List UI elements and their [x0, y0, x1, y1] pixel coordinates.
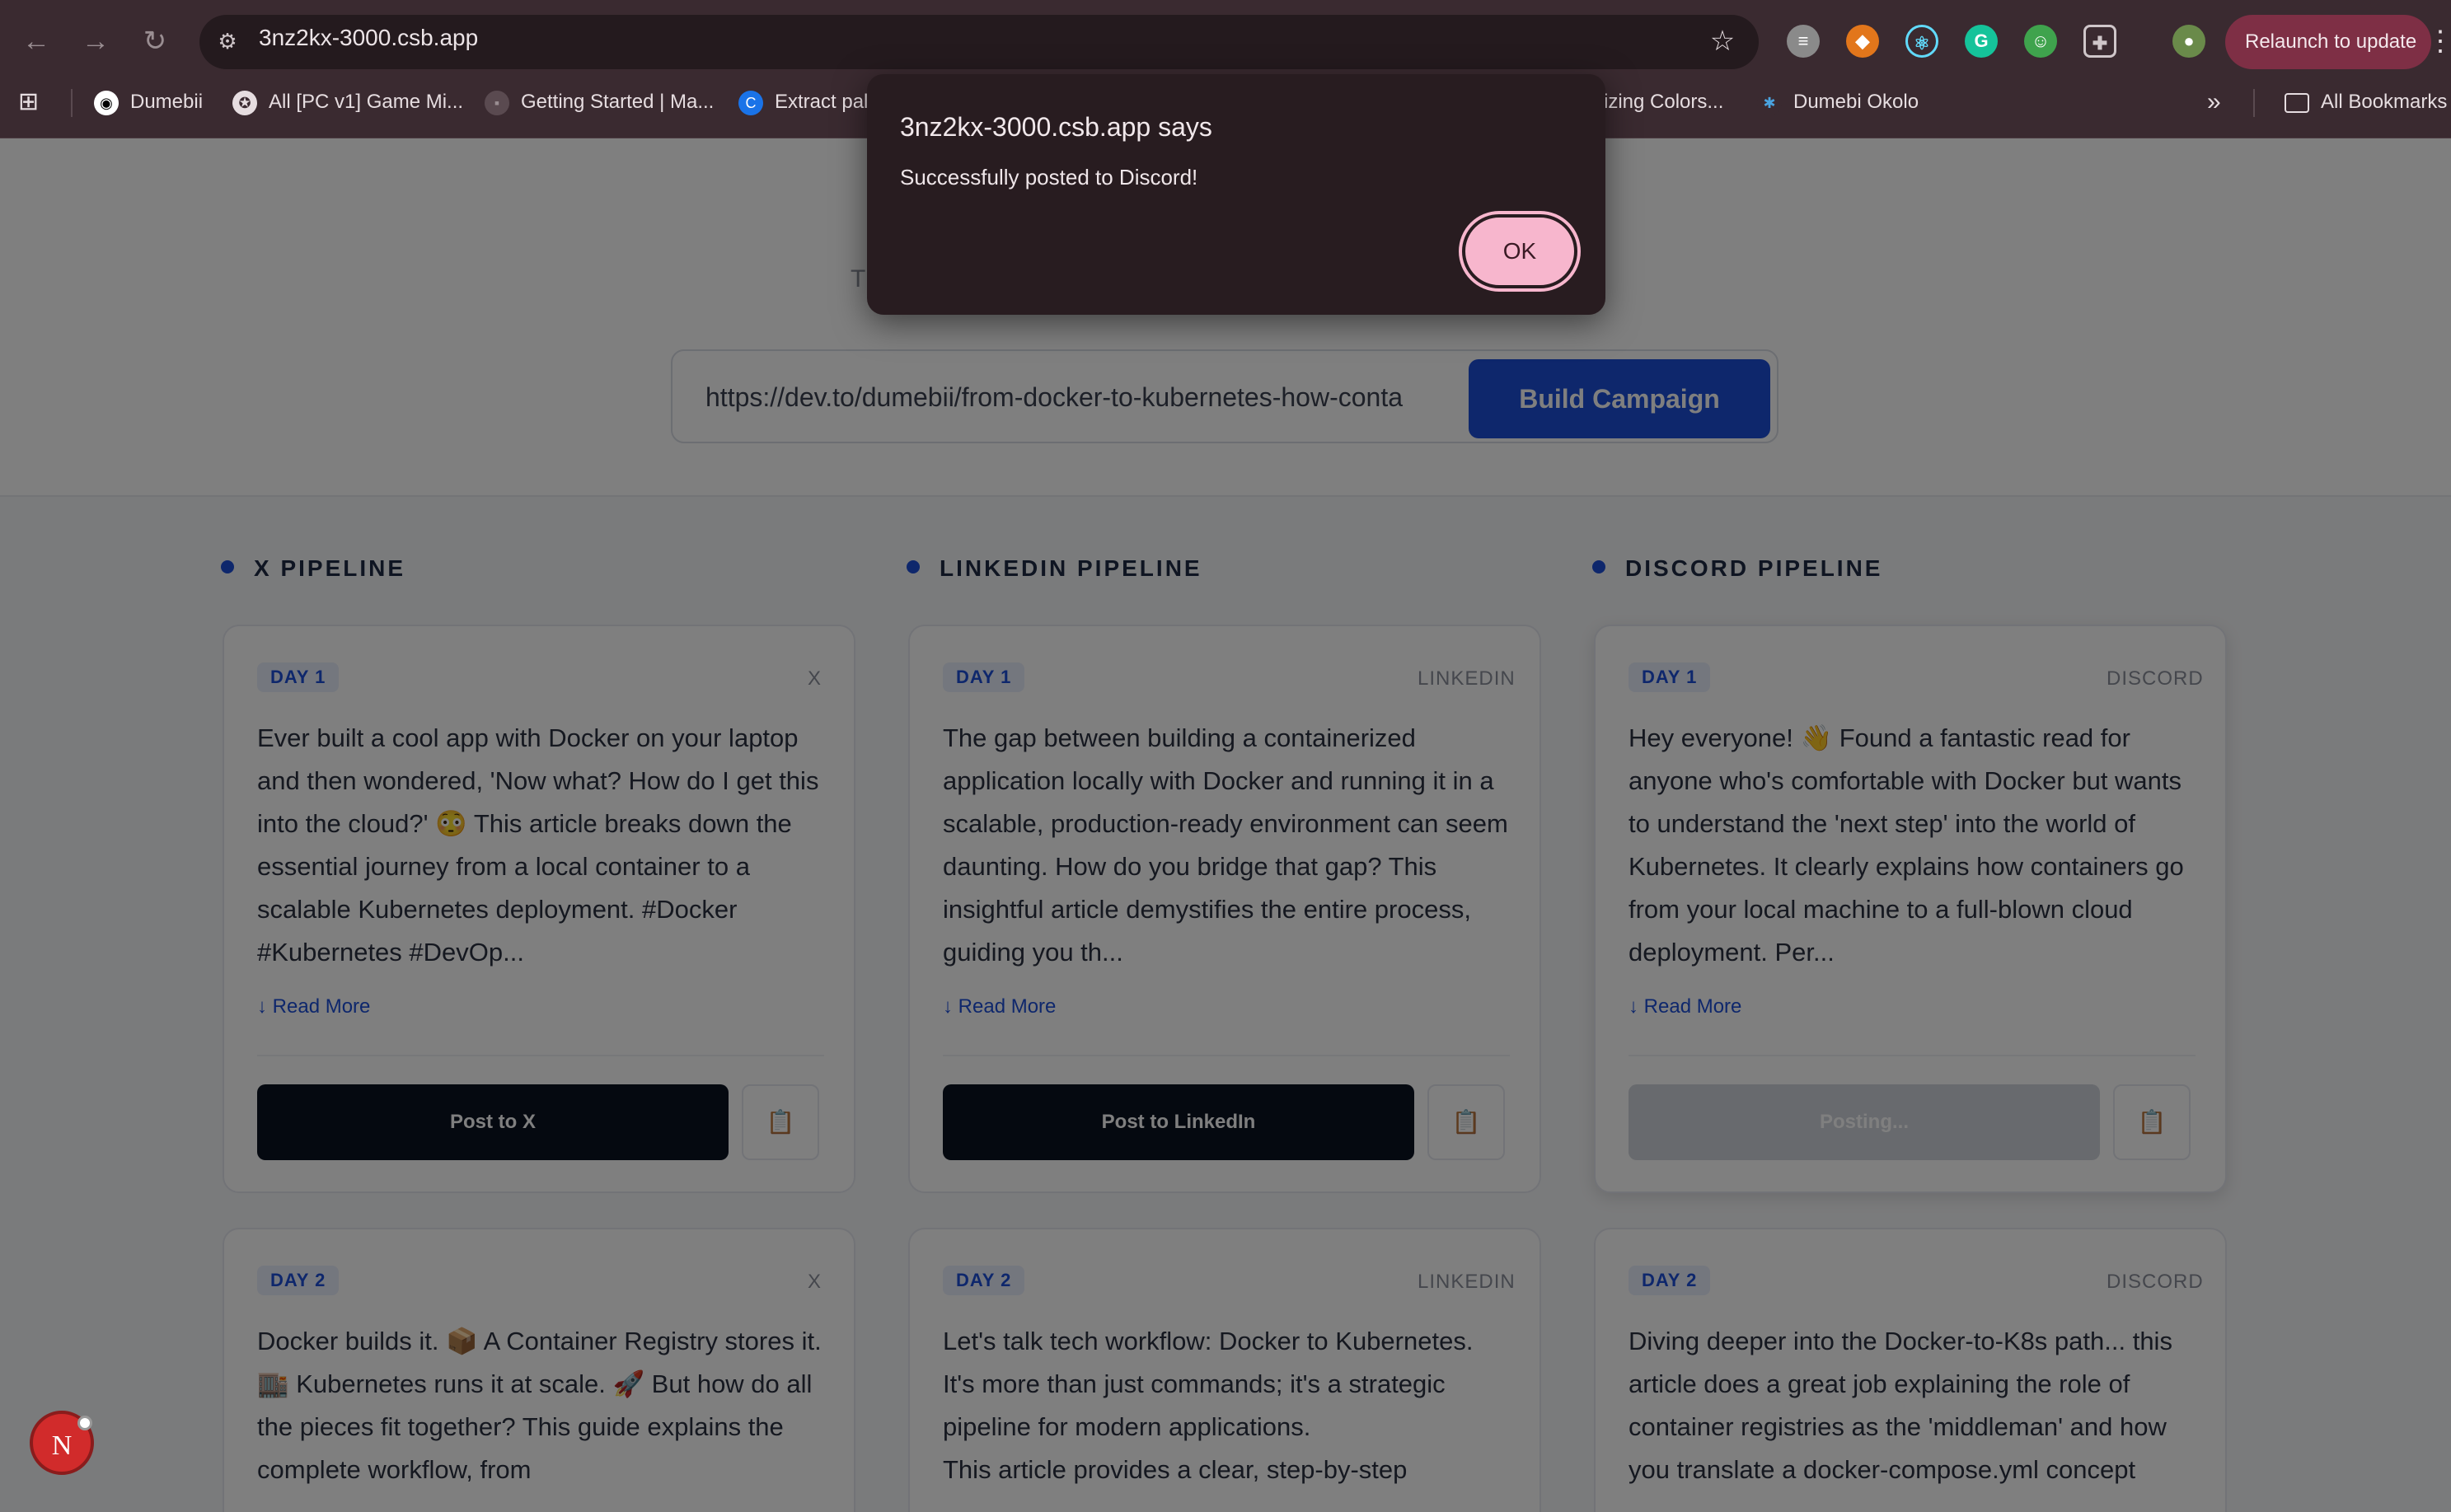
bookmark-colors[interactable]: izing Colors...: [1604, 89, 1723, 115]
dialog-ok-button[interactable]: OK: [1462, 214, 1577, 288]
metamask-icon[interactable]: ◆: [1846, 25, 1879, 58]
bookmark-label: Getting Started | Ma...: [521, 91, 715, 113]
bookmark-label: Extract pal: [775, 91, 869, 113]
puzzle-extensions-icon[interactable]: ✚: [2083, 25, 2116, 58]
dialog-title: 3nz2kx-3000.csb.app says: [900, 112, 1212, 142]
bookmark-game-mi[interactable]: ✪ All [PC v1] Game Mi...: [232, 89, 463, 115]
bookmark-label: All [PC v1] Game Mi...: [269, 91, 464, 113]
bookmark-separator: [2253, 89, 2255, 117]
bookmark-dumebii[interactable]: ◉ Dumebii: [94, 89, 203, 115]
bookmark-label: All Bookmarks: [2321, 91, 2448, 113]
dialog-message: Successfully posted to Discord!: [900, 165, 1198, 190]
relaunch-to-update-button[interactable]: Relaunch to update: [2225, 15, 2431, 69]
bookmark-dumebi-okolo[interactable]: ✱ Dumebi Okolo: [1757, 89, 1919, 115]
all-bookmarks-folder[interactable]: All Bookmarks: [2285, 89, 2447, 115]
bookmark-getting-started[interactable]: ▪ Getting Started | Ma...: [485, 89, 714, 115]
page-icon: ▪: [485, 90, 509, 115]
grammarly-icon[interactable]: G: [1965, 25, 1998, 58]
bookmark-extract-palette[interactable]: C Extract pal: [738, 89, 868, 115]
browser-menu-icon[interactable]: ⋮: [2426, 20, 2451, 63]
profile-avatar-icon[interactable]: ●: [2172, 25, 2205, 58]
notification-dot: [77, 1416, 92, 1430]
bookmark-label: Dumebi Okolo: [1793, 91, 1919, 113]
apps-grid-icon[interactable]: ⊞: [18, 89, 39, 115]
address-bar-url[interactable]: 3nz2kx-3000.csb.app: [259, 25, 478, 51]
robot-extension-icon[interactable]: ☺: [2024, 25, 2057, 58]
palette-icon: C: [738, 90, 763, 115]
bookmark-label: izing Colors...: [1604, 91, 1724, 113]
back-arrow-icon[interactable]: ←: [16, 21, 56, 61]
more-bookmarks-chevron-icon[interactable]: »: [2207, 89, 2221, 115]
github-icon: ◉: [94, 90, 119, 115]
bookmark-separator: [71, 89, 73, 117]
react-devtools-icon[interactable]: ⚛: [1905, 25, 1938, 58]
folder-icon: [2285, 92, 2309, 113]
bookmark-label: Dumebii: [130, 91, 204, 113]
modal-backdrop: [0, 138, 2451, 1512]
site-settings-icon[interactable]: ⚙: [213, 26, 242, 56]
reload-icon[interactable]: ↻: [135, 21, 175, 61]
bookmark-star-icon[interactable]: ☆: [1704, 23, 1741, 59]
extension-icon[interactable]: ≡: [1787, 25, 1820, 58]
forward-arrow-icon[interactable]: →: [76, 21, 115, 61]
devto-icon: ✱: [1757, 90, 1782, 115]
game-icon: ✪: [232, 90, 257, 115]
